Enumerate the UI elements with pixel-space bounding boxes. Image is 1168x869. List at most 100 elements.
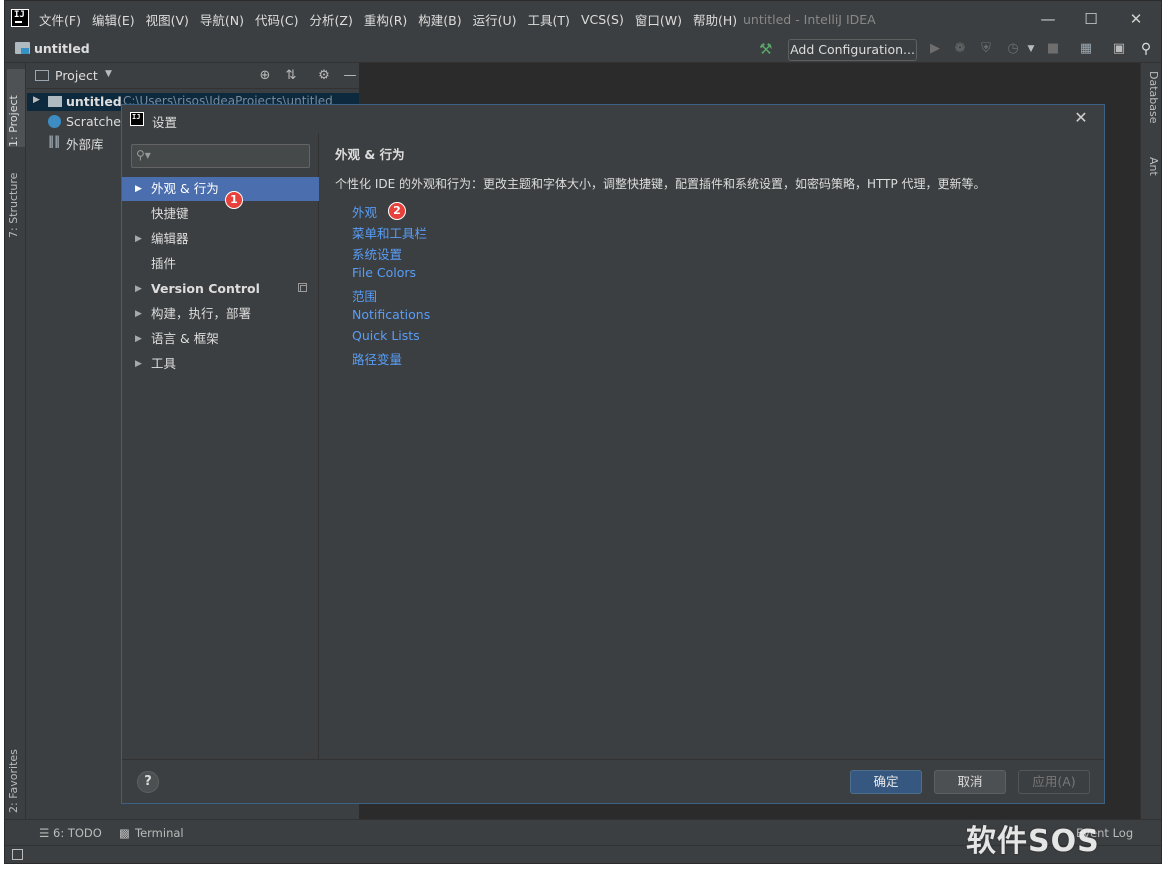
close-window-icon[interactable]: ✕ [1126,9,1146,29]
intellij-logo-icon: IJ [11,9,29,27]
chevron-right-icon[interactable]: ▶ [135,327,142,351]
settings-search-input[interactable] [154,147,304,165]
menu-vcs[interactable]: VCS(S) [581,12,624,27]
menu-bar: 文件(F) 编辑(E) 视图(V) 导航(N) 代码(C) 分析(Z) 重构(R… [39,1,737,37]
menu-window[interactable]: 窗口(W) [635,10,682,29]
minimize-icon[interactable]: — [342,68,358,83]
search-icon: ⚲▾ [136,148,151,162]
ok-button[interactable]: 确定 [850,770,922,794]
sidebar-item-appearance-behavior[interactable]: ▶ 外观 & 行为 1 [122,177,319,209]
stop-icon[interactable]: ■ [1045,41,1061,57]
chevron-right-icon[interactable]: ▶ [135,302,142,326]
debug-icon[interactable]: ❁ [952,41,968,57]
chevron-right-icon[interactable]: ▶ [33,95,40,105]
sidebar-item-tools[interactable]: ▶ 工具 [122,352,319,376]
tree-project-name: untitled [66,94,122,109]
chevron-right-icon[interactable]: ▶ [135,277,142,301]
settings-content: 外观 & 行为 个性化 IDE 的外观和行为：更改主题和字体大小，调整快捷键，配… [320,133,1104,759]
tab-ant[interactable]: Ant [1144,157,1160,197]
help-button[interactable]: ? [137,771,159,793]
profile-icon[interactable]: ◷ [1005,41,1021,57]
link-menus-toolbars[interactable]: 菜单和工具栏 [352,223,427,242]
menu-build[interactable]: 构建(B) [418,10,461,29]
sidebar-item-languages-frameworks[interactable]: ▶ 语言 & 框架 [122,327,319,351]
sidebar-item-label: 快捷键 [151,206,189,221]
toggle-tool-windows-icon[interactable] [12,849,23,860]
nav-project-name[interactable]: untitled [34,41,90,56]
link-file-colors[interactable]: File Colors [352,265,416,280]
sidebar-item-plugins[interactable]: 插件 [122,252,319,276]
sidebar-item-label: 工具 [151,356,177,371]
gear-icon[interactable]: ⚙ [316,68,332,83]
menu-edit[interactable]: 编辑(E) [92,10,135,29]
settings-sidebar: ⚲▾ ▶ 外观 & 行为 1 快捷键 ▶ 编辑器 插件 ▶ Version Co… [122,133,319,759]
coverage-icon[interactable]: ⛨ [978,41,994,57]
close-icon[interactable]: ✕ [1072,109,1090,127]
menu-code[interactable]: 代码(C) [255,10,298,29]
menu-view[interactable]: 视图(V) [146,10,189,29]
link-notifications[interactable]: Notifications [352,307,430,322]
build-hammer-icon[interactable]: ⚒ [759,40,772,58]
link-system-settings[interactable]: 系统设置 [352,244,402,263]
search-everywhere-icon[interactable]: ⚲ [1138,41,1154,57]
menu-run[interactable]: 运行(U) [473,10,517,29]
link-scopes[interactable]: 范围 [352,286,377,305]
chevron-right-icon[interactable]: ▶ [135,177,142,201]
menu-tools[interactable]: 工具(T) [528,10,570,29]
sidebar-item-editor[interactable]: ▶ 编辑器 [122,227,319,251]
link-appearance[interactable]: 外观 [352,202,377,221]
tree-external-libraries: 外部库 [66,137,104,152]
chevron-right-icon[interactable]: ▶ [135,352,142,376]
ide-window: IJ 文件(F) 编辑(E) 视图(V) 导航(N) 代码(C) 分析(Z) 重… [4,0,1162,864]
watermark: 软件SOS [966,824,1100,859]
project-structure-icon[interactable]: ▦ [1078,41,1094,57]
link-path-variables[interactable]: 路径变量 [352,349,402,368]
terminal-icon: ▩ [119,826,130,840]
dialog-title-bar: IJ 设置 ✕ [122,105,1104,133]
menu-file[interactable]: 文件(F) [39,10,81,29]
scratches-icon [48,115,61,128]
sidebar-item-version-control[interactable]: ▶ Version Control [122,277,319,301]
tab-database[interactable]: Database [1144,71,1160,141]
settings-search-field[interactable]: ⚲▾ [131,144,310,168]
locate-icon[interactable]: ⊕ [257,68,273,83]
menu-help[interactable]: 帮助(H) [693,10,737,29]
chevron-down-icon[interactable]: ▼ [105,69,112,79]
minimize-window-icon[interactable]: — [1038,9,1058,29]
library-icon: ‖‖ [48,134,60,148]
chevron-right-icon[interactable]: ▶ [135,227,142,251]
sidebar-item-build-execution-deployment[interactable]: ▶ 构建，执行，部署 [122,302,319,326]
tab-structure[interactable]: 7: Structure [7,158,25,238]
run-icon[interactable]: ▶ [927,41,943,57]
sidebar-item-label: 构建，执行，部署 [151,306,252,321]
tab-favorites[interactable]: 2: Favorites [7,731,25,813]
apply-button[interactable]: 应用(A) [1018,770,1090,794]
project-panel-header: Project ▼ ⊕ ⇅ ⚙ — [27,63,359,89]
cancel-button[interactable]: 取消 [934,770,1006,794]
project-panel-title[interactable]: Project [55,68,98,83]
content-heading: 外观 & 行为 [335,147,405,162]
link-quick-lists[interactable]: Quick Lists [352,328,420,343]
folder-icon [15,42,30,54]
folder-icon [48,96,62,107]
add-configuration-button[interactable]: Add Configuration... [788,39,917,61]
todo-icon: ☰ [39,826,50,840]
content-description: 个性化 IDE 的外观和行为：更改主题和字体大小，调整快捷键，配置插件和系统设置… [335,177,986,191]
window-title: untitled - IntelliJ IDEA [743,12,876,27]
title-bar: IJ 文件(F) 编辑(E) 视图(V) 导航(N) 代码(C) 分析(Z) 重… [5,1,1161,37]
profile-dropdown-icon[interactable]: ▼ [1023,41,1039,57]
menu-refactor[interactable]: 重构(R) [364,10,407,29]
maximize-window-icon[interactable]: ☐ [1081,9,1101,29]
collapse-icon[interactable]: ⇅ [283,68,299,83]
tab-terminal[interactable]: Terminal [135,826,184,840]
navigation-bar: untitled ⚒ Add Configuration... ▶ ❁ ⛨ ◷ … [5,37,1161,63]
menu-analyze[interactable]: 分析(Z) [310,10,353,29]
menu-navigate[interactable]: 导航(N) [200,10,244,29]
intellij-logo-icon: IJ [130,112,144,126]
terminal-window-icon[interactable]: ▣ [1111,41,1127,57]
tab-project[interactable]: 1: Project [7,69,25,147]
left-tool-stripe: 1: Project 7: Structure 2: Favorites [5,63,26,819]
tab-todo[interactable]: 6: TODO [53,826,102,840]
sidebar-item-label: 语言 & 框架 [151,331,219,346]
sidebar-item-keymap[interactable]: 快捷键 [122,202,319,226]
